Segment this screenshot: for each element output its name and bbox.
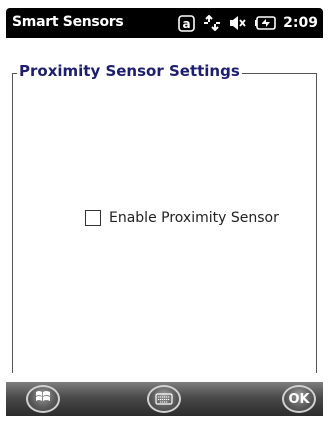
windows-start-icon [34,389,52,409]
enable-proximity-checkbox[interactable] [85,210,101,226]
clock[interactable]: 2:09 [283,15,318,31]
enable-proximity-row[interactable]: Enable Proximity Sensor [85,210,279,226]
screen: Smart Sensors a 2:09 Proximity Sensor Se… [6,8,323,416]
device-frame: Smart Sensors a 2:09 Proximity Sensor Se… [0,0,329,431]
proximity-settings-group: Proximity Sensor Settings Enable Proximi… [12,62,317,373]
connectivity-arrows-icon[interactable] [203,15,221,31]
speaker-muted-icon[interactable] [229,15,247,31]
status-icons: a 2:09 [170,12,318,34]
keyboard-button[interactable] [147,385,181,413]
enable-proximity-label[interactable]: Enable Proximity Sensor [109,210,279,226]
ok-button[interactable]: OK [282,385,316,413]
content-area: Proximity Sensor Settings Enable Proximi… [6,38,323,382]
start-button[interactable] [26,385,60,413]
soft-key-bar: OK [6,382,323,416]
keyboard-icon [155,390,173,409]
a-key-icon: a [178,14,195,32]
ok-label: OK [288,391,310,407]
status-bar: Smart Sensors a 2:09 [6,8,323,38]
a-key-label: a [183,17,191,31]
battery-charging-icon[interactable] [255,15,277,31]
group-title: Proximity Sensor Settings [17,62,242,80]
app-title: Smart Sensors [12,14,124,30]
